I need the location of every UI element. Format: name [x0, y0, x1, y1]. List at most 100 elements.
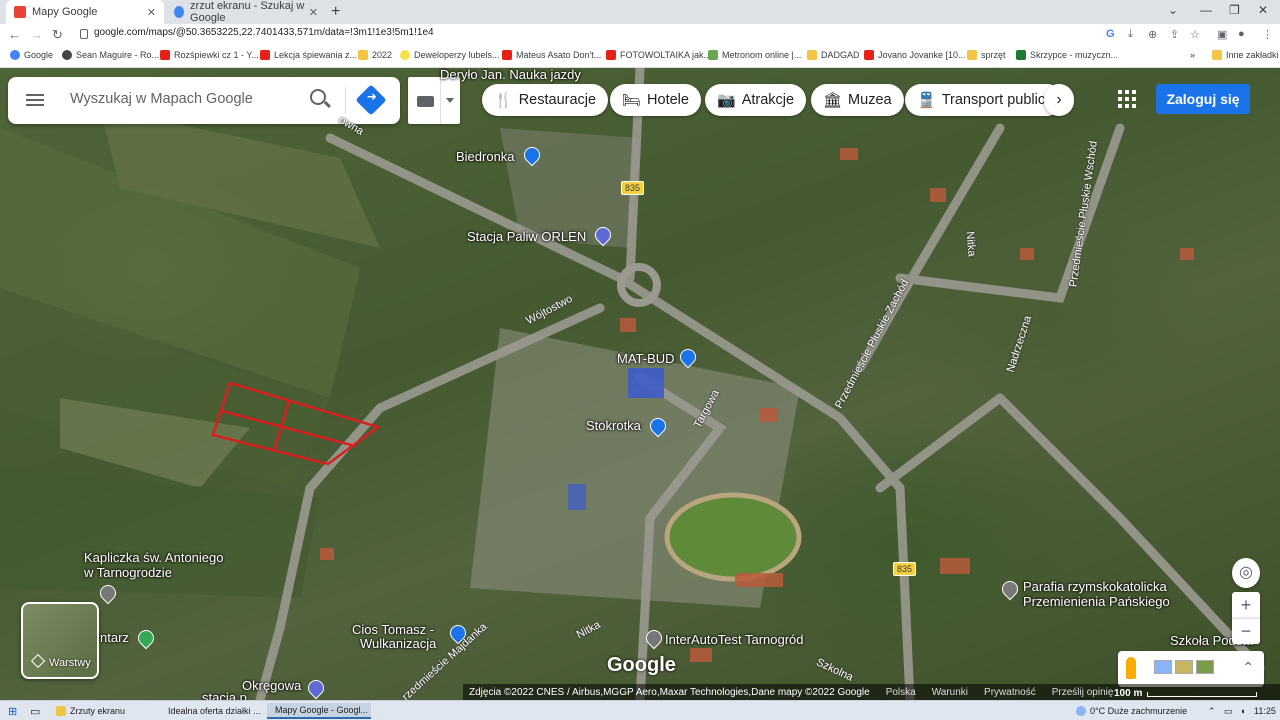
back-button[interactable]: ←	[8, 27, 21, 42]
url-field[interactable]: google.com/maps/@50.3653225,22.7401433,5…	[80, 27, 434, 38]
bookmark-item[interactable]: Lekcja śpiewania z...	[260, 50, 357, 60]
imagery-thumbnail[interactable]	[1175, 660, 1193, 674]
place-label[interactable]: Stacja Paliw ORLEN	[467, 229, 586, 244]
bookmarks-bar: Google Sean Maguire - Ro... Rozśpiewki c…	[0, 46, 1280, 68]
bookmark-item[interactable]: FOTOWOLTAIKA jak...	[606, 50, 711, 60]
new-tab-button[interactable]: +	[331, 3, 340, 21]
place-label[interactable]: MAT-BUD	[617, 351, 675, 366]
keyboard-icon	[417, 96, 434, 107]
place-label[interactable]: Kapliczka św. Antoniego	[84, 550, 223, 565]
footer-link-terms[interactable]: Warunki	[932, 687, 968, 698]
close-window-button[interactable]: ✕	[1258, 3, 1268, 17]
stadium-field	[664, 492, 802, 582]
task-view-icon[interactable]: ▭	[26, 703, 44, 719]
place-label[interactable]: Deryło Jan. Nauka jazdy	[440, 68, 581, 82]
google-lens-icon[interactable]: G	[1106, 28, 1115, 40]
input-tools-button[interactable]	[408, 77, 460, 124]
side-panel-icon[interactable]: ▣	[1217, 28, 1227, 41]
cloud-icon	[1076, 706, 1086, 716]
zoom-icon[interactable]: ⊕	[1148, 28, 1157, 41]
forward-button[interactable]: →	[30, 27, 43, 42]
bookmark-item[interactable]: Skrzypce - muzyczn...	[1016, 50, 1118, 60]
footer-link-polska[interactable]: Polska	[886, 687, 916, 698]
menu-hamburger-icon[interactable]	[26, 94, 44, 96]
place-label[interactable]: InterAutoTest Tarnogród	[665, 632, 804, 647]
search-icon[interactable]	[310, 89, 326, 105]
layers-button[interactable]: Warstwy	[21, 602, 99, 679]
place-label[interactable]: Cios Tomasz -	[352, 622, 434, 637]
bookmark-item[interactable]: Mateus Asato Don't...	[502, 50, 601, 60]
other-bookmarks[interactable]: Inne zakładki	[1212, 50, 1279, 60]
map-canvas[interactable]: 🍴Restauracje 🛏Hotele 📷Atrakcje 🏛Muzea 🚆T…	[0, 68, 1280, 700]
place-label[interactable]: Stokrotka	[586, 418, 641, 433]
windows-start-icon[interactable]: ⊞	[4, 703, 21, 719]
place-label[interactable]: Biedronka	[456, 149, 515, 164]
tab-search-chevron-icon[interactable]: ⌄	[1168, 3, 1178, 17]
taskbar-item-explorer[interactable]: Zrzuty ekranu	[52, 703, 156, 719]
network-icon[interactable]: ▭	[1220, 703, 1237, 719]
more-bookmarks-chevron-icon[interactable]: »	[1190, 50, 1195, 60]
zoom-out-button[interactable]: −	[1232, 618, 1260, 644]
bookmark-item[interactable]: Metronom online |...	[708, 50, 801, 60]
download-icon[interactable]: ⤓	[1128, 28, 1133, 41]
search-input[interactable]	[70, 91, 300, 107]
tray-chevron-icon[interactable]: ⌃	[1204, 703, 1220, 719]
taskbar-item-chrome[interactable]: Idealna oferta działki ...	[160, 703, 264, 719]
place-label[interactable]: w Tarnogrodzie	[84, 565, 172, 580]
bookmark-item[interactable]: sprzęt	[967, 50, 1006, 60]
taskbar-item-chrome-active[interactable]: Mapy Google - Googl...	[267, 703, 371, 719]
bookmark-item[interactable]: Google	[10, 50, 53, 60]
chip-hotels[interactable]: 🛏 Hotele	[610, 84, 701, 116]
footer-link-feedback[interactable]: Prześlij opinię	[1052, 687, 1114, 698]
share-icon[interactable]: ⇪	[1170, 28, 1179, 41]
minimize-button[interactable]: —	[1200, 3, 1212, 17]
close-tab-icon[interactable]: ✕	[147, 6, 156, 19]
place-label[interactable]: Wulkanizacja	[360, 636, 436, 651]
restore-button[interactable]: ❐	[1229, 3, 1240, 17]
bookmark-item[interactable]: Sean Maguire - Ro...	[62, 50, 159, 60]
windows-taskbar: ⊞ ▭ Zrzuty ekranu Idealna oferta działki…	[0, 700, 1280, 720]
place-label[interactable]: ntarz	[100, 630, 129, 645]
directions-icon[interactable]	[355, 84, 387, 116]
tab-search[interactable]: zrzut ekranu - Szukaj w Google ✕	[166, 0, 326, 24]
bookmark-item[interactable]: Deweloperzy lubels...	[400, 50, 500, 60]
bookmark-item[interactable]: Jovano Jovanke [10...	[864, 50, 966, 60]
imagery-thumbnail[interactable]	[1196, 660, 1214, 674]
pegman-icon[interactable]	[1126, 657, 1136, 679]
scale-label[interactable]: 100 m	[1114, 688, 1142, 699]
tab-maps[interactable]: Mapy Google ✕	[6, 0, 164, 24]
bookmark-item[interactable]: DADGAD	[807, 50, 860, 60]
chip-attractions[interactable]: 📷 Atrakcje	[705, 84, 807, 116]
volume-icon[interactable]: ◖	[1236, 703, 1249, 719]
place-label[interactable]: Okręgowa	[242, 678, 301, 693]
street-view-panel: ⌃	[1118, 651, 1264, 687]
bookmark-star-icon[interactable]: ☆	[1190, 28, 1200, 41]
weather-widget[interactable]: 0°C Duże zachmurzenie	[1072, 703, 1191, 719]
chips-next-chevron-icon[interactable]: ›	[1044, 84, 1074, 116]
close-tab-icon[interactable]: ✕	[309, 6, 318, 19]
chip-transit[interactable]: 🚆 Transport publiczny	[905, 84, 1063, 116]
fork-knife-icon: 🍴	[494, 92, 513, 109]
menu-icon[interactable]: ⋮	[1262, 28, 1273, 41]
folder-icon	[807, 50, 817, 60]
chip-museums[interactable]: 🏛 Muzea	[811, 84, 904, 116]
signin-button[interactable]: Zaloguj się	[1156, 84, 1250, 114]
tab-strip: Mapy Google ✕ zrzut ekranu - Szukaj w Go…	[0, 0, 1280, 24]
place-label[interactable]: Przemienienia Pańskiego	[1023, 594, 1170, 609]
place-label[interactable]: stacja p	[202, 690, 247, 700]
footer-link-privacy[interactable]: Prywatność	[984, 687, 1036, 698]
google-apps-icon[interactable]	[1118, 90, 1136, 108]
folder-icon	[967, 50, 977, 60]
maps-favicon-icon	[14, 6, 26, 18]
bookmark-item[interactable]: Rozśpiewki cz 1 - Y...	[160, 50, 259, 60]
my-location-icon[interactable]: ◎	[1232, 558, 1260, 588]
imagery-thumbnail[interactable]	[1154, 660, 1172, 674]
place-label[interactable]: Parafia rzymskokatolicka	[1023, 579, 1167, 594]
expand-chevron-icon[interactable]: ⌃	[1242, 659, 1254, 676]
reload-button[interactable]: ↻	[52, 27, 63, 43]
zoom-in-button[interactable]: +	[1232, 592, 1260, 618]
bookmark-item[interactable]: 2022	[358, 50, 392, 60]
chip-restaurants[interactable]: 🍴 Restauracje	[482, 84, 609, 116]
profile-icon[interactable]: ●	[1238, 28, 1245, 40]
clock[interactable]: 11:25	[1250, 703, 1280, 719]
